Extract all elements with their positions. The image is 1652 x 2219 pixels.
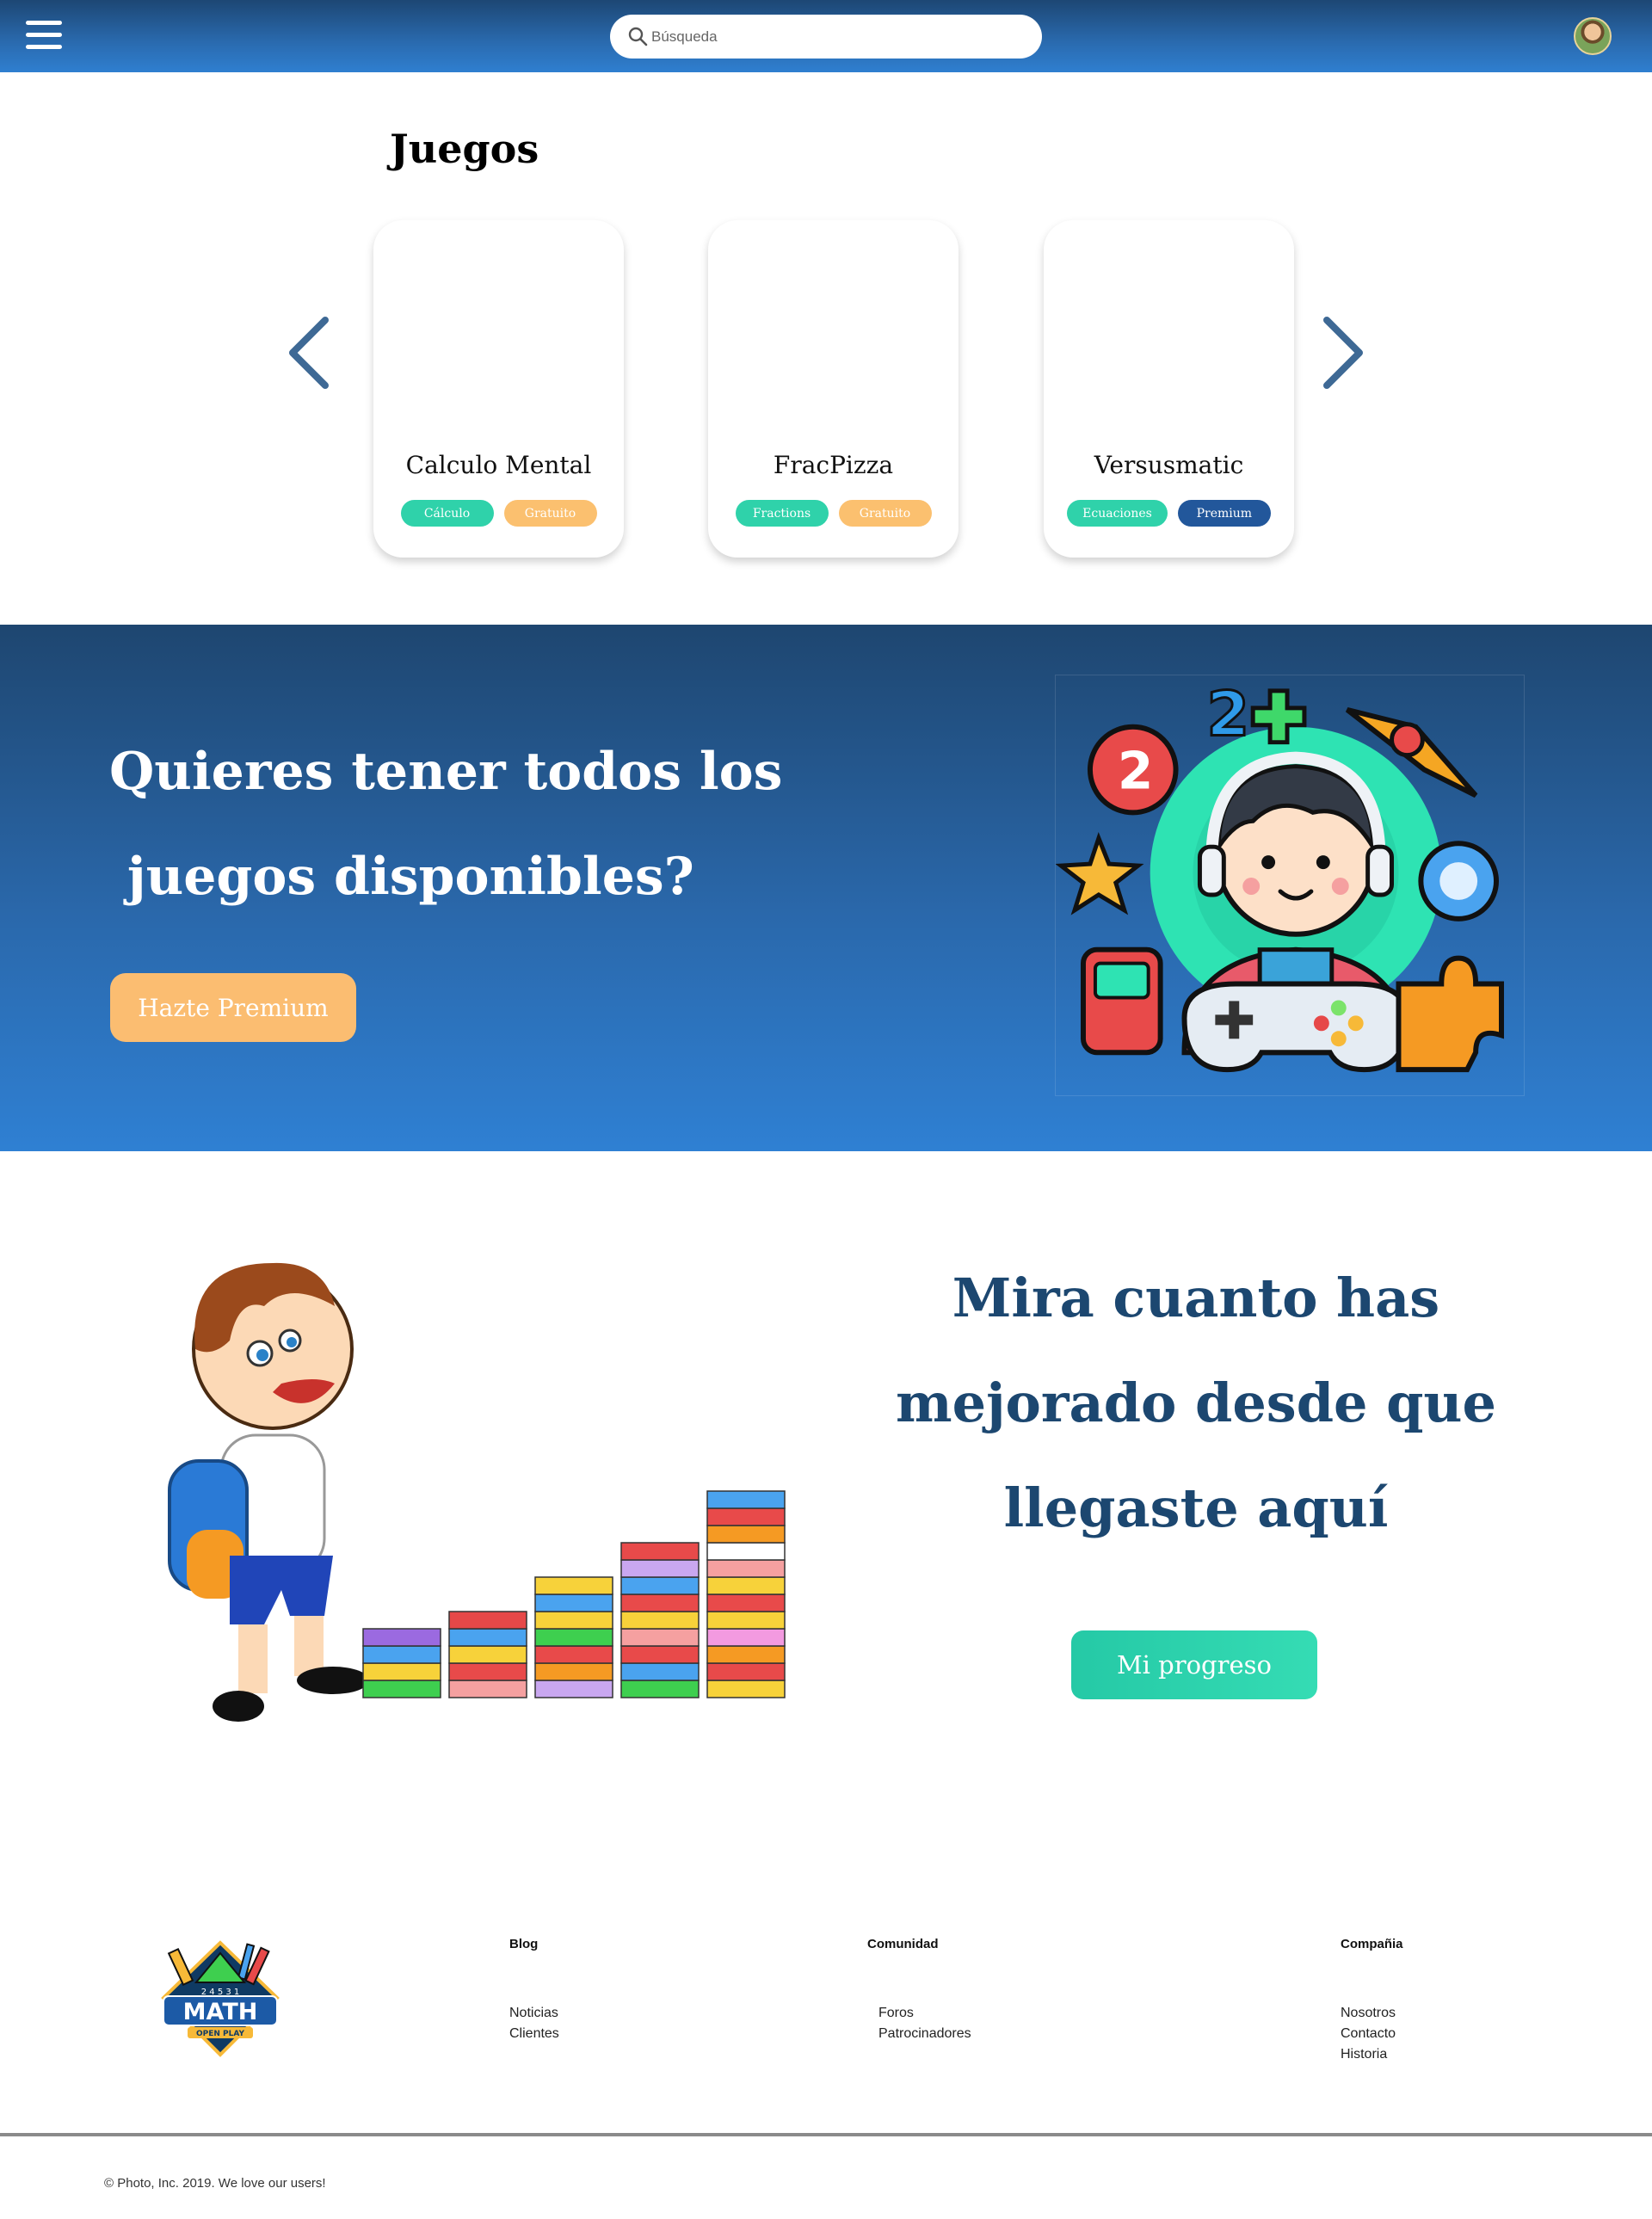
progress-heading: Mira cuanto has mejorado desde que llega… — [869, 1246, 1523, 1561]
logo-subtext: OPEN PLAY — [196, 2030, 244, 2038]
math-open-play-logo: 2 4 5 3 1 MATH OPEN PLAY — [161, 1940, 280, 2057]
footer-link-noticias[interactable]: Noticias — [509, 2003, 559, 2024]
footer-link-nosotros[interactable]: Nosotros — [1341, 2003, 1403, 2024]
premium-heading: Quieres tener todos los juegos disponibl… — [109, 719, 884, 929]
game-card-fracpizza[interactable]: FracPizza Fractions Gratuito — [708, 220, 959, 558]
carousel-prev-arrow-icon[interactable] — [286, 317, 330, 389]
gamer-kid-illustration: 2 2 — [1055, 675, 1525, 1096]
progress-heading-line-1: Mira cuanto has — [952, 1267, 1440, 1329]
footer-link-foros[interactable]: Foros — [878, 2003, 971, 2024]
game-card-title: Versusmatic — [1094, 451, 1244, 479]
hamburger-menu-icon[interactable] — [26, 19, 62, 52]
progress-heading-line-3: llegaste aquí — [1003, 1476, 1389, 1539]
my-progress-button[interactable]: Mi progreso — [1071, 1630, 1317, 1699]
footer-link-historia[interactable]: Historia — [1341, 2044, 1403, 2065]
category-tag: Cálculo — [400, 500, 494, 527]
logo-wordmark: MATH — [183, 1999, 258, 2025]
go-premium-button[interactable]: Hazte Premium — [110, 973, 356, 1042]
pricing-tag: Premium — [1177, 500, 1271, 527]
carousel-next-arrow-icon[interactable] — [1322, 317, 1366, 389]
premium-banner: Quieres tener todos los juegos disponibl… — [0, 625, 1652, 1151]
footer-column-compania: Compañia Nosotros Contacto Historia — [1341, 1937, 1403, 2065]
progress-heading-line-2: mejorado desde que — [896, 1371, 1496, 1434]
footer-link-contacto[interactable]: Contacto — [1341, 2024, 1403, 2044]
game-card-title: FracPizza — [773, 451, 894, 479]
search-input[interactable] — [651, 28, 1013, 46]
category-tag: Fractions — [735, 500, 829, 527]
footer-link-clientes[interactable]: Clientes — [509, 2024, 559, 2044]
search-icon — [628, 27, 648, 46]
search-bar[interactable] — [610, 15, 1042, 59]
footer-column-heading: Blog — [509, 1937, 539, 1951]
game-card-title: Calculo Mental — [405, 451, 592, 479]
footer-column-blog: Blog Noticias Clientes — [509, 1937, 559, 2044]
premium-heading-line-2: juegos disponibles? — [109, 847, 694, 907]
footer-divider — [0, 2133, 1652, 2136]
top-navbar — [0, 0, 1652, 72]
footer-link-patrocinadores[interactable]: Patrocinadores — [878, 2024, 971, 2044]
footer-column-heading: Compañia — [1341, 1937, 1403, 1951]
copyright-text: © Photo, Inc. 2019. We love our users! — [104, 2176, 326, 2191]
boy-climbing-books-illustration — [168, 1262, 786, 1722]
user-avatar[interactable] — [1574, 17, 1612, 55]
premium-heading-line-1: Quieres tener todos los — [109, 742, 783, 802]
games-heading: Juegos — [390, 126, 539, 172]
svg-text:2: 2 — [1118, 742, 1154, 801]
category-tag: Ecuaciones — [1067, 500, 1168, 527]
game-card-versusmatic[interactable]: Versusmatic Ecuaciones Premium — [1044, 220, 1294, 558]
pricing-tag: Gratuito — [503, 500, 597, 527]
game-card-calculo-mental[interactable]: Calculo Mental Cálculo Gratuito — [373, 220, 624, 558]
footer-column-comunidad: Comunidad Foros Patrocinadores — [867, 1937, 971, 2044]
svg-text:2: 2 — [1206, 678, 1249, 750]
pricing-tag: Gratuito — [838, 500, 932, 527]
footer-column-heading: Comunidad — [867, 1937, 939, 1951]
